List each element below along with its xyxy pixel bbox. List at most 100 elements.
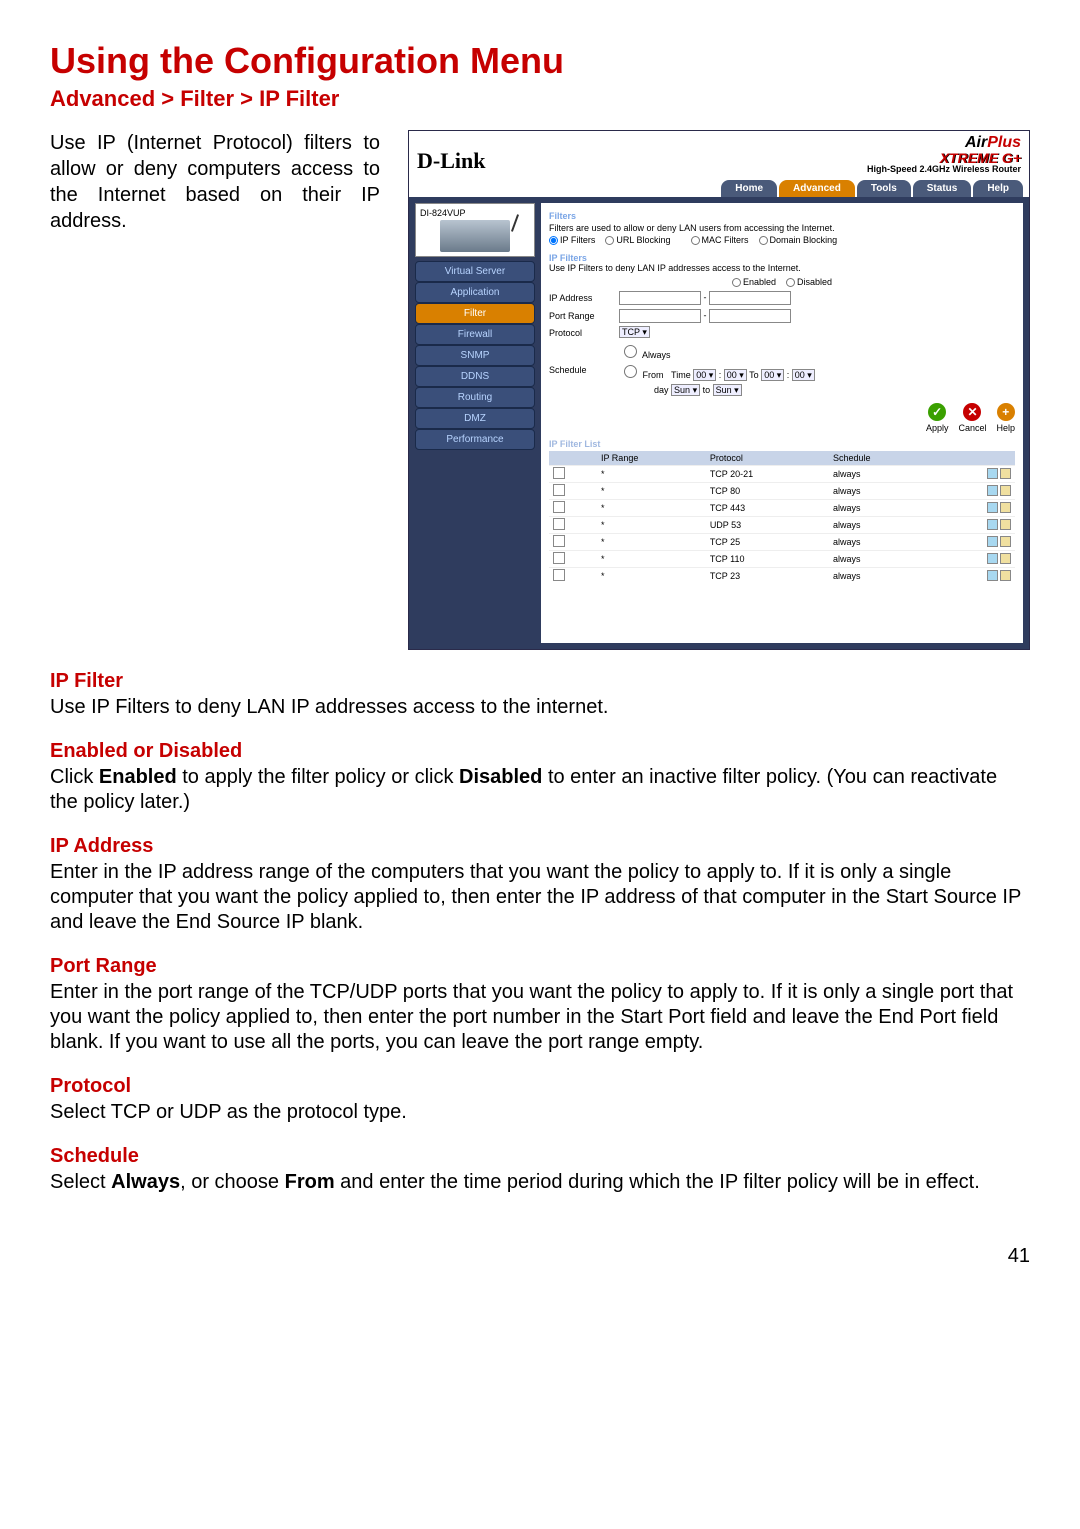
cell-range: * bbox=[597, 517, 706, 534]
router-ui-screenshot: D-Link AirPlus XTREME G+ High-Speed 2.4G… bbox=[408, 130, 1030, 650]
cell-schedule: always bbox=[829, 551, 938, 568]
tab-home[interactable]: Home bbox=[721, 180, 777, 197]
cell-schedule: always bbox=[829, 568, 938, 585]
tab-advanced[interactable]: Advanced bbox=[779, 180, 855, 197]
page-number: 41 bbox=[50, 1245, 1030, 1268]
cell-protocol: TCP 110 bbox=[706, 551, 829, 568]
tab-status[interactable]: Status bbox=[913, 180, 972, 197]
sidebar-item-ddns[interactable]: DDNS bbox=[415, 366, 535, 387]
cell-protocol: TCP 20-21 bbox=[706, 466, 829, 483]
row-checkbox[interactable] bbox=[553, 569, 565, 581]
plus-icon: + bbox=[997, 403, 1015, 421]
brand-logo: D-Link bbox=[417, 148, 485, 174]
edit-icon[interactable] bbox=[987, 570, 998, 581]
edit-icon[interactable] bbox=[987, 536, 998, 547]
delete-icon[interactable] bbox=[1000, 519, 1011, 530]
filter-type-domain-blocking[interactable]: Domain Blocking bbox=[759, 235, 838, 245]
delete-icon[interactable] bbox=[1000, 570, 1011, 581]
cell-schedule: always bbox=[829, 500, 938, 517]
day-to[interactable]: Sun ▾ bbox=[713, 384, 742, 396]
brand-xtreme: XTREME G+ bbox=[867, 151, 1021, 165]
section-body: Select Always, or choose From and enter … bbox=[50, 1170, 1030, 1195]
cell-range: * bbox=[597, 500, 706, 517]
delete-icon[interactable] bbox=[1000, 468, 1011, 479]
edit-icon[interactable] bbox=[987, 485, 998, 496]
label-ip-address: IP Address bbox=[549, 293, 619, 303]
status-disabled[interactable]: Disabled bbox=[786, 277, 832, 287]
time-label: Time bbox=[671, 370, 691, 380]
row-checkbox[interactable] bbox=[553, 552, 565, 564]
edit-icon[interactable] bbox=[987, 468, 998, 479]
filter-type-ip-filters[interactable]: IP Filters bbox=[549, 235, 595, 245]
ip-address-inputs[interactable]: - bbox=[619, 291, 1015, 305]
time-mm2[interactable]: 00 ▾ bbox=[792, 369, 815, 381]
cell-protocol: UDP 53 bbox=[706, 517, 829, 534]
sidebar-item-application[interactable]: Application bbox=[415, 282, 535, 303]
filter-list-title: IP Filter List bbox=[549, 439, 1015, 449]
enable-disable-radios: Enabled Disabled bbox=[549, 277, 1015, 287]
day-to-label: to bbox=[703, 385, 711, 395]
brand-air: Air bbox=[965, 134, 987, 151]
schedule-controls[interactable]: Always From Time 00 ▾ : 00 ▾ To 00 ▾ : 0… bbox=[619, 342, 1015, 397]
check-icon: ✓ bbox=[928, 403, 946, 421]
panel-desc: Filters are used to allow or deny LAN us… bbox=[549, 223, 1015, 233]
filter-type-mac-filters[interactable]: MAC Filters bbox=[691, 235, 749, 245]
section-title: IP Filter bbox=[50, 670, 1030, 693]
section-title: Protocol bbox=[50, 1075, 1030, 1098]
row-checkbox[interactable] bbox=[553, 484, 565, 496]
table-row: *TCP 20-21always bbox=[549, 466, 1015, 483]
schedule-from-radio[interactable] bbox=[624, 365, 637, 378]
delete-icon[interactable] bbox=[1000, 536, 1011, 547]
port-range-inputs[interactable]: - bbox=[619, 309, 1015, 323]
delete-icon[interactable] bbox=[1000, 553, 1011, 564]
edit-icon[interactable] bbox=[987, 502, 998, 513]
cell-range: * bbox=[597, 551, 706, 568]
section-body: Enter in the IP address range of the com… bbox=[50, 860, 1030, 935]
time-hh1[interactable]: 00 ▾ bbox=[693, 369, 716, 381]
day-from[interactable]: Sun ▾ bbox=[671, 384, 700, 396]
edit-icon[interactable] bbox=[987, 519, 998, 530]
table-row: *UDP 53always bbox=[549, 517, 1015, 534]
panel-heading: Filters bbox=[549, 211, 1015, 221]
tab-tools[interactable]: Tools bbox=[857, 180, 911, 197]
sidebar-item-dmz[interactable]: DMZ bbox=[415, 408, 535, 429]
help-button[interactable]: +Help bbox=[996, 403, 1015, 433]
sidebar-item-firewall[interactable]: Firewall bbox=[415, 324, 535, 345]
schedule-from-label: From bbox=[643, 370, 664, 380]
delete-icon[interactable] bbox=[1000, 485, 1011, 496]
filter-type-url-blocking[interactable]: URL Blocking bbox=[605, 235, 670, 245]
apply-button[interactable]: ✓Apply bbox=[926, 403, 949, 433]
row-checkbox[interactable] bbox=[553, 501, 565, 513]
sidebar-item-performance[interactable]: Performance bbox=[415, 429, 535, 450]
section-title: Enabled or Disabled bbox=[50, 740, 1030, 763]
row-checkbox[interactable] bbox=[553, 535, 565, 547]
time-mm1[interactable]: 00 ▾ bbox=[724, 369, 747, 381]
cell-protocol: TCP 443 bbox=[706, 500, 829, 517]
schedule-always-radio[interactable] bbox=[624, 345, 637, 358]
edit-icon[interactable] bbox=[987, 553, 998, 564]
time-hh2[interactable]: 00 ▾ bbox=[761, 369, 784, 381]
sidebar-item-snmp[interactable]: SNMP bbox=[415, 345, 535, 366]
tab-help[interactable]: Help bbox=[973, 180, 1023, 197]
col-header bbox=[549, 451, 597, 466]
protocol-select[interactable]: TCP ▾ bbox=[619, 327, 1015, 338]
status-enabled[interactable]: Enabled bbox=[732, 277, 776, 287]
x-icon: ✕ bbox=[963, 403, 981, 421]
section-body: Use IP Filters to deny LAN IP addresses … bbox=[50, 695, 1030, 720]
row-checkbox[interactable] bbox=[553, 467, 565, 479]
cancel-button[interactable]: ✕Cancel bbox=[958, 403, 986, 433]
breadcrumb: Advanced > Filter > IP Filter bbox=[50, 86, 1030, 112]
cell-protocol: TCP 23 bbox=[706, 568, 829, 585]
cell-schedule: always bbox=[829, 483, 938, 500]
section-body: Click Enabled to apply the filter policy… bbox=[50, 765, 1030, 815]
label-schedule: Schedule bbox=[549, 365, 619, 375]
section-title: Port Range bbox=[50, 955, 1030, 978]
delete-icon[interactable] bbox=[1000, 502, 1011, 513]
filter-list-table: IP RangeProtocolSchedule *TCP 20-21alway… bbox=[549, 451, 1015, 584]
section-title: IP Address bbox=[50, 835, 1030, 858]
row-checkbox[interactable] bbox=[553, 518, 565, 530]
page-title: Using the Configuration Menu bbox=[50, 40, 1030, 82]
sidebar-item-filter[interactable]: Filter bbox=[415, 303, 535, 324]
sidebar-item-routing[interactable]: Routing bbox=[415, 387, 535, 408]
sidebar-item-virtual-server[interactable]: Virtual Server bbox=[415, 261, 535, 282]
